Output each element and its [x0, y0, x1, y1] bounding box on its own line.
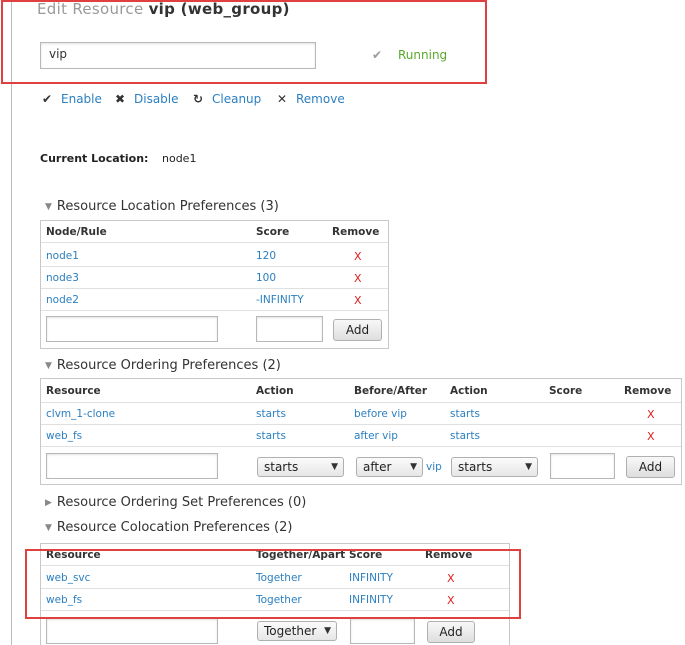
disable-button[interactable]: ✖ Disable	[113, 92, 179, 106]
highlight-box-colocation	[25, 549, 521, 619]
disable-icon: ✖	[114, 92, 126, 106]
table-row-action[interactable]: starts	[256, 408, 286, 420]
table-row-score[interactable]: 120	[256, 250, 276, 262]
current-location-value: node1	[162, 152, 197, 165]
col-header: Node/Rule	[46, 226, 107, 238]
add-location-button[interactable]: Add	[333, 319, 382, 341]
vip-label: vip	[426, 461, 442, 473]
chevron-down-icon: ▼	[525, 462, 532, 472]
ordering-prefs-header[interactable]: ▼ Resource Ordering Preferences (2)	[45, 358, 281, 373]
collapse-triangle-icon: ▼	[45, 201, 52, 212]
table-row-resource[interactable]: clvm_1-clone	[46, 408, 115, 420]
before-after-select[interactable]: after ▼	[356, 457, 423, 477]
remove-x-button[interactable]: X	[354, 294, 362, 307]
add-ordering-button[interactable]: Add	[626, 456, 675, 478]
resource-name-input[interactable]: vip	[40, 42, 316, 69]
status-text: Running	[398, 48, 448, 62]
col-header: Resource	[46, 385, 101, 397]
ordering-score-input[interactable]	[550, 453, 615, 479]
cleanup-button[interactable]: ↻ Cleanup	[191, 92, 261, 106]
location-prefs-header[interactable]: ▼ Resource Location Preferences (3)	[45, 199, 279, 214]
table-row-before-after[interactable]: after vip	[354, 430, 398, 442]
table-row-action[interactable]: starts	[256, 430, 286, 442]
table-row-score[interactable]: -INFINITY	[256, 294, 304, 306]
remove-x-button[interactable]: X	[647, 408, 655, 421]
action-select[interactable]: starts ▼	[257, 457, 344, 477]
ordering-set-prefs-header[interactable]: ▶ Resource Ordering Set Preferences (0)	[45, 495, 306, 510]
table-row-resource[interactable]: web_fs	[46, 430, 82, 442]
collapse-triangle-icon: ▼	[45, 360, 52, 371]
remove-x-button[interactable]: X	[647, 430, 655, 443]
remove-x-button[interactable]: X	[354, 272, 362, 285]
refresh-icon: ↻	[192, 92, 204, 106]
col-header: Action	[450, 385, 488, 397]
table-row-node[interactable]: node1	[46, 250, 79, 262]
add-colocation-button[interactable]: Add	[427, 621, 475, 643]
col-header: Score	[256, 226, 290, 238]
new-node-input[interactable]	[46, 316, 218, 342]
location-prefs-table: Node/Rule Score Remove node1 120 X node3…	[40, 220, 389, 349]
collapse-triangle-icon: ▼	[45, 522, 52, 533]
col-header: Remove	[332, 226, 380, 238]
ordering-prefs-table: Resource Action Before/After Action Scor…	[40, 378, 682, 485]
col-header: Score	[549, 385, 583, 397]
colocation-prefs-header[interactable]: ▼ Resource Colocation Preferences (2)	[45, 520, 292, 535]
chevron-down-icon: ▼	[410, 462, 417, 472]
new-resource-input[interactable]	[46, 453, 218, 479]
table-row-node[interactable]: node3	[46, 272, 79, 284]
expand-triangle-icon: ▶	[45, 497, 52, 508]
table-row-before-after[interactable]: before vip	[354, 408, 407, 420]
table-row-node[interactable]: node2	[46, 294, 79, 306]
remove-button[interactable]: ✕ Remove	[275, 92, 345, 106]
chevron-down-icon: ▼	[331, 462, 338, 472]
chevron-down-icon: ▼	[324, 626, 331, 636]
new-colocation-resource-input[interactable]	[46, 618, 218, 644]
action2-select[interactable]: starts ▼	[451, 457, 538, 477]
new-score-input[interactable]	[256, 316, 323, 342]
col-header: Before/After	[354, 385, 428, 397]
remove-x-button[interactable]: X	[354, 250, 362, 263]
enable-button[interactable]: ✔ Enable	[40, 92, 102, 106]
col-header: Remove	[624, 385, 672, 397]
check-icon: ✔	[41, 92, 53, 106]
remove-icon: ✕	[276, 92, 288, 106]
current-location-label: Current Location:	[40, 152, 149, 165]
left-divider	[11, 0, 12, 645]
colocation-score-input[interactable]	[350, 618, 415, 644]
together-select[interactable]: Together ▼	[257, 621, 337, 641]
status-check-icon: ✔	[372, 48, 383, 62]
table-row-action2[interactable]: starts	[450, 408, 480, 420]
table-row-score[interactable]: 100	[256, 272, 276, 284]
table-row-action2[interactable]: starts	[450, 430, 480, 442]
col-header: Action	[256, 385, 294, 397]
